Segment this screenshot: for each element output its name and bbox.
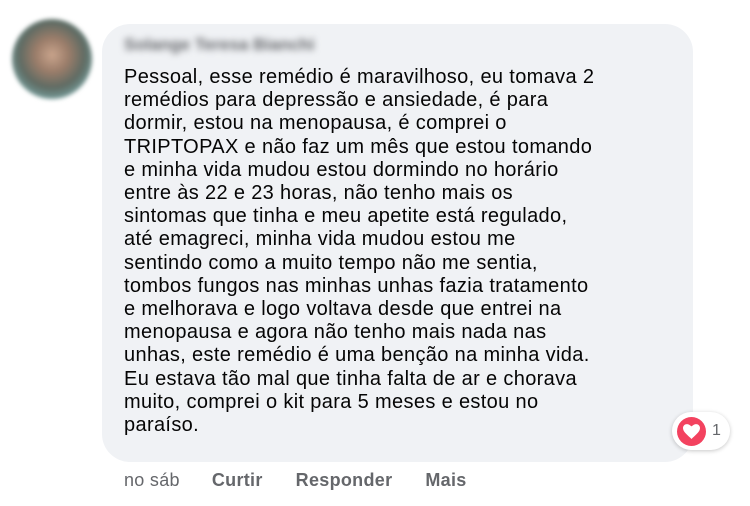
comment-line: TRIPTOPAX e não faz um mês que estou tom… bbox=[124, 135, 593, 158]
comment-line: e minha vida mudou estou dormindo no hor… bbox=[124, 158, 559, 181]
comment-author-name[interactable]: Solange Teresa Bianchi bbox=[124, 35, 315, 55]
comment-line: até emagreci, minha vida mudou estou me bbox=[124, 228, 516, 251]
comment-line: muito, comprei o kit para 5 meses e esto… bbox=[124, 390, 539, 413]
reply-button[interactable]: Responder bbox=[296, 470, 393, 491]
comment-line: tombos fungos nas minhas unhas fazia tra… bbox=[124, 274, 589, 297]
comment-actions: no sáb Curtir Responder Mais bbox=[124, 470, 467, 491]
avatar[interactable] bbox=[12, 19, 92, 99]
comment-line: dormir, estou na menopausa, é comprei o bbox=[124, 112, 507, 135]
more-button[interactable]: Mais bbox=[425, 470, 466, 491]
timestamp[interactable]: no sáb bbox=[124, 470, 180, 491]
comment-line: menopausa e agora não tenho mais nada na… bbox=[124, 321, 547, 344]
comment-line: sentindo como a muito tempo não me senti… bbox=[124, 251, 538, 274]
comment-text: Pessoal, esse remédio é maravilhoso, eu … bbox=[124, 66, 684, 437]
like-button[interactable]: Curtir bbox=[212, 470, 263, 491]
comment-line: e melhorava e logo voltava desde que ent… bbox=[124, 298, 562, 321]
comment-line: sintomas que tinha e meu apetite está re… bbox=[124, 205, 568, 228]
reaction-summary[interactable]: 1 bbox=[672, 412, 730, 450]
comment-line: paraíso. bbox=[124, 414, 200, 437]
comment-line: Pessoal, esse remédio é maravilhoso, eu … bbox=[124, 66, 595, 88]
comment-line: Eu estava tão mal que tinha falta de ar … bbox=[124, 367, 577, 390]
comment-line: unhas, este remédio é uma benção na minh… bbox=[124, 344, 590, 367]
comment-line: remédios para depressão e ansiedade, é p… bbox=[124, 89, 549, 112]
comment-bubble: Solange Teresa Bianchi Pessoal, esse rem… bbox=[102, 24, 693, 462]
heart-icon bbox=[677, 416, 706, 446]
comment-line: entre às 22 e 23 horas, não tenho mais o… bbox=[124, 182, 514, 205]
reaction-count: 1 bbox=[712, 422, 721, 439]
